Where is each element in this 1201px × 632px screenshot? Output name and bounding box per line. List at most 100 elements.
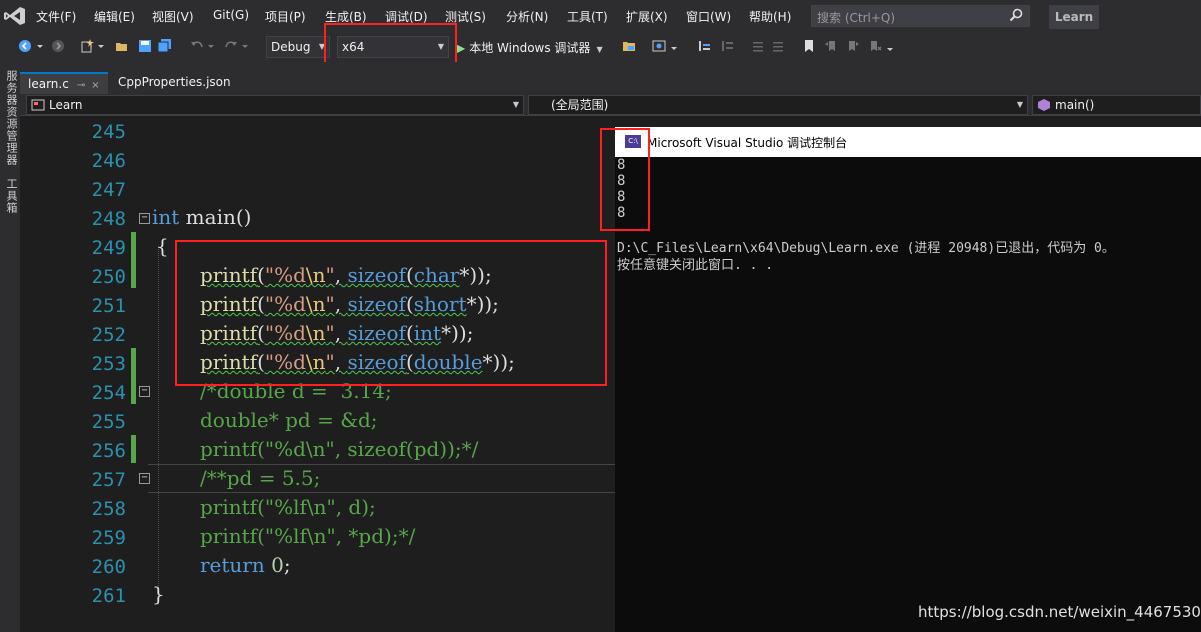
line-number: 247 bbox=[91, 179, 126, 201]
play-icon: ▶ bbox=[456, 41, 466, 55]
solution-name-badge[interactable]: Learn bbox=[1049, 5, 1099, 29]
project-select[interactable]: Learn ▼ bbox=[26, 95, 524, 115]
collapse-icon[interactable]: − bbox=[139, 213, 150, 224]
redo-icon[interactable] bbox=[224, 39, 238, 53]
line-number: 252 bbox=[91, 324, 126, 346]
redo-dropdown-icon[interactable] bbox=[241, 39, 249, 53]
undo-dropdown-icon[interactable] bbox=[207, 39, 215, 53]
clear-bookmarks-icon[interactable] bbox=[868, 39, 882, 53]
uncomment-lines-icon[interactable] bbox=[771, 39, 785, 53]
search-icon bbox=[1009, 8, 1023, 22]
console-output-line: 8 bbox=[617, 173, 626, 189]
comment-lines-icon[interactable] bbox=[751, 39, 765, 53]
menu-file[interactable]: 文件(F) bbox=[36, 8, 76, 25]
pin-icon[interactable]: ⊸ bbox=[77, 80, 85, 91]
close-icon[interactable]: × bbox=[91, 80, 99, 91]
next-bookmark-icon[interactable] bbox=[846, 39, 860, 53]
line-number: 256 bbox=[91, 440, 126, 462]
open-folder-icon[interactable] bbox=[622, 39, 636, 53]
menu-tools[interactable]: 工具(T) bbox=[567, 8, 608, 25]
tab-label: learn.c bbox=[28, 77, 69, 91]
bookmark-icon[interactable] bbox=[802, 39, 816, 53]
document-tabs: learn.c ⊸ × CppProperties.json bbox=[20, 62, 1201, 94]
code-line-256: printf("%d\n", sizeof(pd));*/ bbox=[200, 437, 479, 461]
toolbox-tab[interactable]: 工具箱 bbox=[3, 178, 19, 214]
menu-window[interactable]: 窗口(W) bbox=[686, 8, 731, 25]
indent-guide bbox=[158, 246, 159, 602]
member-select[interactable]: main() bbox=[1032, 95, 1201, 115]
collapse-icon[interactable]: − bbox=[139, 386, 150, 397]
save-icon[interactable] bbox=[138, 39, 152, 53]
step-icon[interactable] bbox=[697, 39, 711, 53]
code-line-253: printf("%d\n", sizeof(double*)); bbox=[200, 350, 515, 374]
code-line-255: double* pd = &d; bbox=[200, 408, 378, 432]
code-line-260: return 0; bbox=[200, 553, 291, 577]
open-file-icon[interactable] bbox=[115, 39, 129, 53]
console-output-line: 8 bbox=[617, 157, 626, 173]
chevron-down-icon: ▼ bbox=[437, 42, 444, 51]
menu-project[interactable]: 项目(P) bbox=[265, 8, 306, 25]
tab-learn-c[interactable]: learn.c ⊸ × bbox=[20, 72, 108, 94]
menu-test[interactable]: 测试(S) bbox=[445, 8, 486, 25]
prev-bookmark-icon[interactable] bbox=[824, 39, 838, 53]
configuration-value: Debug bbox=[271, 40, 311, 54]
console-title-bar[interactable]: C:\ Microsoft Visual Studio 调试控制台 bbox=[615, 127, 1201, 157]
member-value: main() bbox=[1055, 98, 1095, 112]
browser-icon[interactable] bbox=[652, 39, 666, 53]
toolbar-overflow-icon[interactable] bbox=[886, 39, 894, 53]
line-number: 248 bbox=[91, 208, 126, 230]
chevron-down-icon: ▼ bbox=[596, 45, 603, 54]
search-placeholder: 搜索 (Ctrl+Q) bbox=[817, 11, 896, 25]
project-value: Learn bbox=[49, 98, 83, 112]
code-line-251: printf("%d\n", sizeof(short*)); bbox=[200, 292, 499, 316]
code-line-252: printf("%d\n", sizeof(int*)); bbox=[200, 321, 474, 345]
project-icon bbox=[31, 99, 45, 111]
tab-label: CppProperties.json bbox=[118, 75, 231, 89]
code-line-254: /*double d = 3.14; bbox=[200, 379, 392, 403]
watermark-text: https://blog.csdn.net/weixin_44675308 bbox=[918, 603, 1201, 621]
line-number: 246 bbox=[91, 150, 126, 172]
undo-icon[interactable] bbox=[190, 39, 204, 53]
line-number: 261 bbox=[91, 585, 126, 607]
chevron-down-icon: ▼ bbox=[1016, 100, 1023, 109]
start-debugging-button[interactable]: ▶ 本地 Windows 调试器 ▼ bbox=[456, 39, 603, 56]
search-input[interactable]: 搜索 (Ctrl+Q) bbox=[811, 5, 1030, 27]
navigation-bar: Learn ▼ (全局范围) ▼ main() bbox=[20, 94, 1201, 116]
outdent-icon[interactable] bbox=[720, 39, 734, 53]
menu-view[interactable]: 视图(V) bbox=[152, 8, 194, 25]
platform-value: x64 bbox=[342, 40, 365, 54]
menu-build[interactable]: 生成(B) bbox=[325, 8, 367, 25]
debug-console-window[interactable]: C:\ Microsoft Visual Studio 调试控制台 8 8 8 … bbox=[615, 127, 1201, 632]
tab-cppproperties-json[interactable]: CppProperties.json bbox=[110, 72, 239, 94]
navigate-forward-icon[interactable] bbox=[51, 39, 65, 53]
platform-select[interactable]: x64 ▼ bbox=[337, 36, 449, 58]
configuration-select[interactable]: Debug ▼ bbox=[266, 36, 330, 58]
line-number: 253 bbox=[91, 353, 126, 375]
line-number: 250 bbox=[91, 266, 126, 288]
code-line-249: { bbox=[156, 234, 169, 258]
menu-extensions[interactable]: 扩展(X) bbox=[626, 8, 668, 25]
line-number: 251 bbox=[91, 295, 126, 317]
navigate-back-icon[interactable] bbox=[18, 39, 32, 53]
server-explorer-tab[interactable]: 服务器资源管理器 bbox=[3, 70, 19, 166]
browser-dropdown-icon[interactable] bbox=[670, 39, 678, 53]
line-number: 260 bbox=[91, 556, 126, 578]
code-line-259: printf("%lf\n", *pd);*/ bbox=[200, 524, 416, 548]
menu-bar: 文件(F) 编辑(E) 视图(V) Git(G) 项目(P) 生成(B) 调试(… bbox=[0, 0, 1201, 33]
new-dropdown-icon[interactable] bbox=[97, 39, 105, 53]
menu-help[interactable]: 帮助(H) bbox=[749, 8, 791, 25]
chevron-down-icon: ▼ bbox=[512, 100, 519, 109]
back-dropdown-icon[interactable] bbox=[36, 39, 44, 53]
line-number: 249 bbox=[91, 237, 126, 259]
run-label: 本地 Windows 调试器 bbox=[469, 41, 591, 55]
scope-select[interactable]: (全局范围) ▼ bbox=[528, 95, 1028, 115]
save-all-icon[interactable] bbox=[158, 39, 172, 53]
visual-studio-logo-icon bbox=[4, 7, 25, 25]
menu-git[interactable]: Git(G) bbox=[213, 8, 249, 22]
code-line-258: printf("%lf\n", d); bbox=[200, 495, 376, 519]
menu-debug[interactable]: 调试(D) bbox=[385, 8, 428, 25]
menu-edit[interactable]: 编辑(E) bbox=[94, 8, 135, 25]
new-project-icon[interactable] bbox=[80, 39, 94, 53]
menu-analyze[interactable]: 分析(N) bbox=[506, 8, 548, 25]
console-title: Microsoft Visual Studio 调试控制台 bbox=[647, 136, 848, 150]
